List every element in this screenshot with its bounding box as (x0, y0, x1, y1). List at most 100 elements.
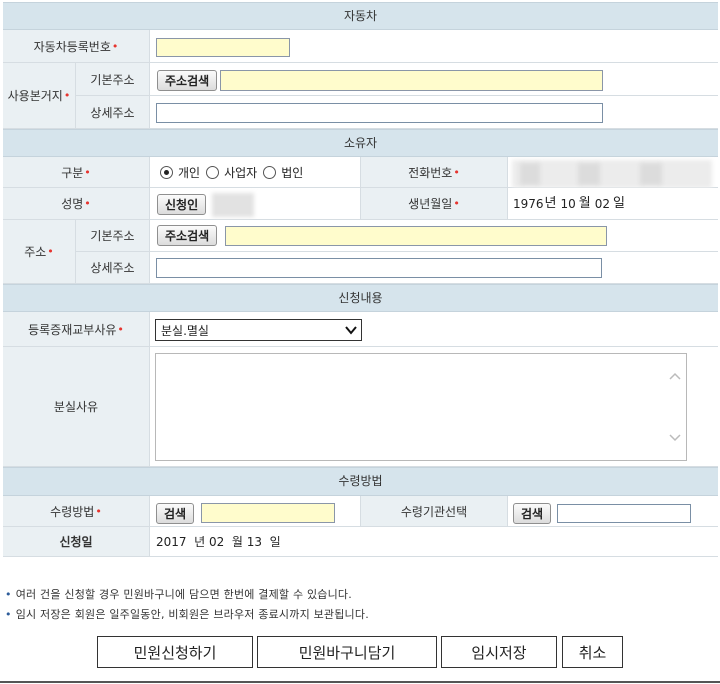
birth-cell: 1976 년 10 월 02 일 (508, 188, 718, 220)
name-label: 성명 • (3, 188, 150, 220)
receipt-search-button[interactable]: 검색 (156, 503, 195, 524)
section-title: 신청내용 (338, 291, 383, 305)
category-cell: 개인 사업자 법인 (150, 157, 360, 188)
radio-label-individual: 개인 (178, 165, 201, 180)
cancel-button[interactable]: 취소 (562, 636, 623, 668)
button-label: 검색 (164, 507, 187, 521)
notice-item: • 여러 건을 신청할 경우 민원바구니에 담으면 한번에 결제할 수 있습니다. (5, 586, 352, 602)
section-header-owner: 소유자 (3, 129, 718, 157)
section-title: 소유자 (343, 136, 378, 150)
location-label: 사용본거지 • (3, 63, 76, 129)
button-label: 주소검색 (165, 229, 210, 243)
agency-label: 수령기관선택 (360, 496, 508, 527)
reason-select[interactable]: 분실.멸실 (155, 319, 362, 341)
radio-individual[interactable] (160, 165, 173, 179)
owner-base-addr-input[interactable] (225, 226, 607, 246)
label-text: 상세주소 (90, 261, 135, 275)
label-text: 등록증재교부사유 (28, 322, 117, 337)
label-text: 성명 (61, 197, 84, 211)
section-header-vehicle: 자동차 (3, 2, 718, 30)
vehicle-detail-addr-input[interactable] (156, 103, 603, 123)
reason-label: 등록증재교부사유 • (3, 312, 150, 347)
reg-no-input[interactable] (156, 38, 290, 57)
agency-input[interactable] (557, 504, 691, 523)
temp-save-button[interactable]: 임시저장 (441, 636, 557, 668)
button-label: 민원바구니담기 (298, 643, 396, 662)
redacted-phone-block (578, 163, 600, 185)
phone-label: 전화번호 • (360, 157, 508, 188)
required-mark: • (95, 504, 102, 518)
notice-text: 여러 건을 신청할 경우 민원바구니에 담으면 한번에 결제할 수 있습니다. (15, 588, 352, 601)
scroll-down-icon[interactable] (669, 434, 681, 442)
required-mark: • (453, 197, 460, 210)
submit-button[interactable]: 민원신청하기 (97, 636, 253, 668)
apply-date-cell: 2017 년 02 월 13 일 (150, 527, 718, 557)
button-label: 취소 (578, 643, 607, 662)
vehicle-addr-search-button[interactable]: 주소검색 (157, 70, 218, 91)
birth-day: 02 (594, 196, 611, 211)
select-value: 분실.멸실 (161, 323, 209, 338)
button-label: 민원신청하기 (133, 643, 217, 662)
owner-detail-addr-input[interactable] (156, 258, 602, 278)
required-mark: • (84, 165, 91, 179)
birth-month: 10 (560, 196, 576, 211)
bullet-icon: • (5, 608, 12, 621)
redacted-name (212, 193, 254, 217)
label-text: 상세주소 (90, 105, 135, 120)
vehicle-base-addr-input[interactable] (220, 70, 603, 91)
notice-item: • 임시 저장은 회원은 일주일동안, 비회원은 브라우저 종료시까지 보관됩니다… (5, 606, 369, 622)
basket-button[interactable]: 민원바구니담기 (257, 636, 437, 668)
loss-reason-textarea[interactable] (155, 353, 687, 461)
redacted-phone-block (520, 163, 540, 185)
vehicle-base-addr-label: 기본주소 (76, 63, 150, 96)
redacted-phone-block (640, 163, 662, 185)
owner-addr-search-button[interactable]: 주소검색 (157, 225, 218, 246)
required-mark: • (63, 89, 71, 102)
receipt-method-input[interactable] (201, 503, 335, 523)
label-text: 구분 (61, 165, 84, 180)
required-mark: • (111, 39, 119, 53)
button-label: 신청인 (165, 198, 199, 212)
owner-base-addr-label: 기본주소 (76, 220, 150, 252)
notice-text: 임시 저장은 회원은 일주일동안, 비회원은 브라우저 종료시까지 보관됩니다. (15, 608, 369, 621)
agency-search-button[interactable]: 검색 (513, 503, 552, 524)
apply-date-label: 신청일 (3, 527, 150, 557)
loss-reason-label: 분실사유 (3, 347, 150, 467)
birth-label: 생년월일 • (360, 188, 508, 220)
section-title: 수령방법 (338, 474, 383, 488)
application-form: 자동차 자동차등록번호 • 사용본거지 • 기본주소 주소검색 상세주소 소유자 구… (0, 0, 720, 684)
radio-business[interactable] (206, 165, 220, 179)
label-text: 기본주소 (90, 72, 135, 87)
radio-label-corporation: 법인 (281, 165, 304, 180)
required-mark: • (453, 165, 460, 179)
category-label: 구분 • (3, 157, 150, 188)
label-text: 수령방법 (50, 504, 95, 519)
label-text: 생년월일 (408, 197, 453, 211)
applicant-button[interactable]: 신청인 (157, 194, 207, 215)
label-text: 사용본거지 (7, 89, 63, 103)
owner-addr-label: 주소 • (3, 220, 76, 284)
required-mark: • (117, 322, 124, 336)
button-label: 임시저장 (471, 643, 527, 662)
required-mark: • (47, 245, 54, 258)
receipt-method-label: 수령방법 • (3, 496, 150, 527)
vehicle-detail-addr-label: 상세주소 (76, 96, 150, 129)
birth-day-unit: 일 (613, 196, 626, 211)
apply-date-value: 2017 년 02 월 13 일 (156, 535, 281, 549)
reg-no-label: 자동차등록번호 • (3, 30, 150, 63)
section-header-request: 신청내용 (3, 284, 718, 312)
section-header-receipt: 수령방법 (3, 467, 718, 496)
scroll-up-icon[interactable] (669, 372, 681, 380)
birth-year-unit: 년 (544, 196, 557, 211)
label-text: 주소 (24, 245, 47, 259)
label-text: 분실사유 (53, 400, 99, 414)
label-text: 수령기관선택 (400, 504, 468, 519)
label-text: 기본주소 (90, 229, 135, 243)
radio-label-business: 사업자 (224, 165, 258, 180)
redacted-phone (512, 160, 712, 188)
radio-corporation[interactable] (263, 165, 277, 179)
required-mark: • (84, 197, 91, 210)
button-label: 주소검색 (165, 74, 210, 88)
birth-year: 1976 (513, 196, 544, 211)
owner-detail-addr-label: 상세주소 (76, 252, 150, 284)
